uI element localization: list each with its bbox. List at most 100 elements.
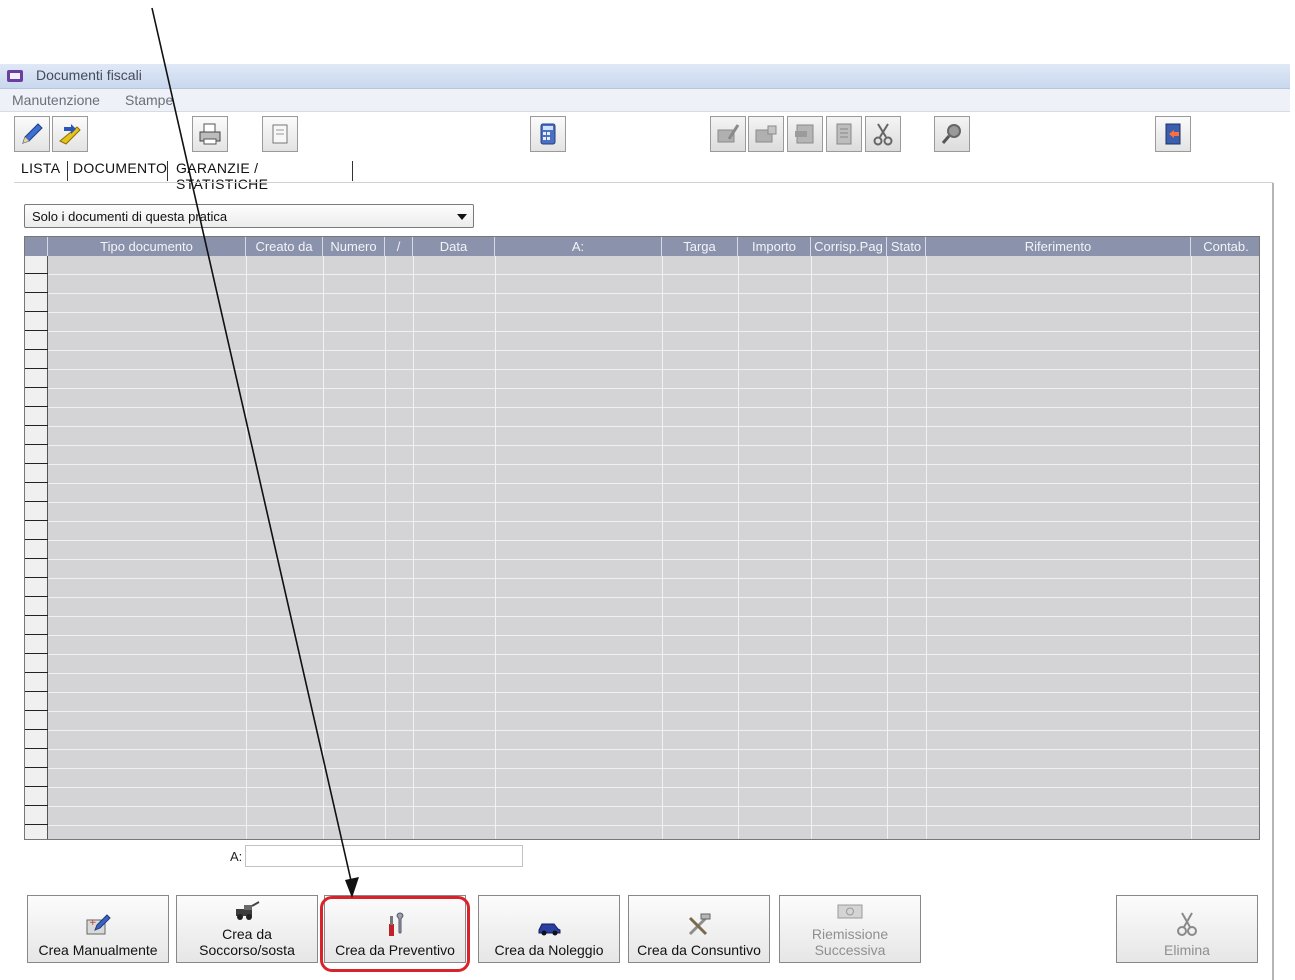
row-selector[interactable] (25, 503, 48, 521)
grid-row-line (48, 787, 1259, 788)
row-selector[interactable] (25, 674, 48, 692)
row-selector[interactable] (25, 769, 48, 787)
row-selector[interactable] (25, 389, 48, 407)
row-selector[interactable] (25, 788, 48, 806)
grid-column-line (413, 256, 414, 839)
toolbar-open-button[interactable] (52, 116, 88, 152)
grid-row-line (48, 597, 1259, 598)
row-selector[interactable] (25, 617, 48, 635)
toolbar-print-button[interactable] (192, 116, 228, 152)
row-selector[interactable] (25, 313, 48, 331)
banknote-icon (837, 904, 863, 919)
tab-separator (167, 161, 168, 181)
toolbar-disabled-1-button[interactable] (710, 116, 746, 152)
toolbar-disabled-2-button[interactable] (748, 116, 784, 152)
a-field-input[interactable] (245, 845, 523, 867)
toolbar-calculator-button[interactable] (530, 116, 566, 152)
scissors-icon (1177, 912, 1197, 936)
row-selector[interactable] (25, 370, 48, 388)
row-selector[interactable] (25, 446, 48, 464)
row-selector[interactable] (25, 522, 48, 540)
tow-truck-icon (236, 901, 260, 920)
row-selector[interactable] (25, 351, 48, 369)
disabled-page-icon (795, 124, 814, 144)
grid-row-line (48, 711, 1259, 712)
row-selector[interactable] (25, 256, 48, 274)
grid-row-line (48, 749, 1259, 750)
grid-column-line (385, 256, 386, 839)
row-selector[interactable] (25, 541, 48, 559)
grid-column-line (926, 256, 927, 839)
toolbar-edit-button[interactable] (14, 116, 50, 152)
grid-row-line (48, 578, 1259, 579)
row-selector[interactable] (25, 826, 48, 839)
toolbar-exit-button[interactable] (1155, 116, 1191, 152)
row-selector[interactable] (25, 408, 48, 426)
row-selector[interactable] (25, 731, 48, 749)
row-selector[interactable] (25, 636, 48, 654)
menu-stampe[interactable]: Stampe (125, 92, 173, 108)
row-selector[interactable] (25, 484, 48, 502)
row-selector[interactable] (25, 294, 48, 312)
crea-noleggio-button[interactable]: Crea da Noleggio (478, 895, 620, 963)
grid-row-line (48, 768, 1259, 769)
grid-row-line (48, 730, 1259, 731)
row-selector[interactable] (25, 807, 48, 825)
grid-row-line (48, 559, 1259, 560)
row-selector[interactable] (25, 275, 48, 293)
row-selector[interactable] (25, 693, 48, 711)
crea-soccorso-button[interactable]: Crea da Soccorso/sosta (176, 895, 318, 963)
grid-row-line (48, 369, 1259, 370)
riemissione-successiva-button[interactable]: Riemissione Successiva (779, 895, 921, 963)
document-filter-select[interactable]: Solo i documenti di questa pratica (24, 204, 474, 228)
crea-soccorso-label: Crea da Soccorso/sosta (199, 926, 295, 958)
toolbar-disabled-4-button[interactable] (826, 116, 862, 152)
tab-garanzie-statistiche[interactable]: GARANZIE / STATISTICHE (176, 160, 268, 192)
row-selector[interactable] (25, 332, 48, 350)
tab-documento[interactable]: DOCUMENTO (73, 160, 167, 176)
calculator-icon (540, 123, 556, 145)
row-selector[interactable] (25, 579, 48, 597)
pencil-note-icon: + (86, 914, 111, 935)
tab-lista[interactable]: LISTA (21, 160, 60, 176)
disabled-card-icon (755, 125, 777, 143)
row-selector[interactable] (25, 712, 48, 730)
a-field-label: A: (230, 849, 243, 864)
window-title: Documenti fiscali (36, 67, 142, 83)
grid-row-line (48, 293, 1259, 294)
grid-row-line (48, 407, 1259, 408)
grid-column-line (738, 256, 739, 839)
crea-noleggio-label: Crea da Noleggio (494, 942, 604, 958)
row-selector[interactable] (25, 655, 48, 673)
elimina-button[interactable]: Elimina (1116, 895, 1258, 963)
printer-icon (199, 123, 221, 145)
crea-manualmente-button[interactable]: + Crea Manualmente (27, 895, 169, 963)
toolbar-search-button[interactable] (934, 116, 970, 152)
grid-body (25, 237, 1259, 839)
row-selector[interactable] (25, 598, 48, 616)
wrench-hammer-icon (688, 913, 711, 936)
grid-row-line (48, 312, 1259, 313)
car-icon (538, 923, 561, 936)
menu-manutenzione[interactable]: Manutenzione (12, 92, 100, 108)
app-icon (7, 70, 23, 82)
elimina-label: Elimina (1164, 942, 1210, 958)
grid-row-line (48, 635, 1259, 636)
toolbar-cut-button[interactable] (865, 116, 901, 152)
grid-row-line (48, 483, 1259, 484)
grid-column-line (811, 256, 812, 839)
crea-consuntivo-label: Crea da Consuntivo (637, 942, 761, 958)
grid-column-line (887, 256, 888, 839)
row-selector[interactable] (25, 750, 48, 768)
toolbar-note-button[interactable] (262, 116, 298, 152)
toolbar-disabled-3-button[interactable] (787, 116, 823, 152)
row-selector[interactable] (25, 427, 48, 445)
row-selector[interactable] (25, 560, 48, 578)
grid-row-line (48, 388, 1259, 389)
magnifier-icon (941, 124, 961, 144)
scissors-icon (873, 123, 893, 146)
row-selector[interactable] (25, 465, 48, 483)
crea-consuntivo-button[interactable]: Crea da Consuntivo (628, 895, 770, 963)
documents-grid[interactable]: Tipo documento Creato da Numero / Data A… (24, 236, 1260, 840)
grid-column-line (495, 256, 496, 839)
